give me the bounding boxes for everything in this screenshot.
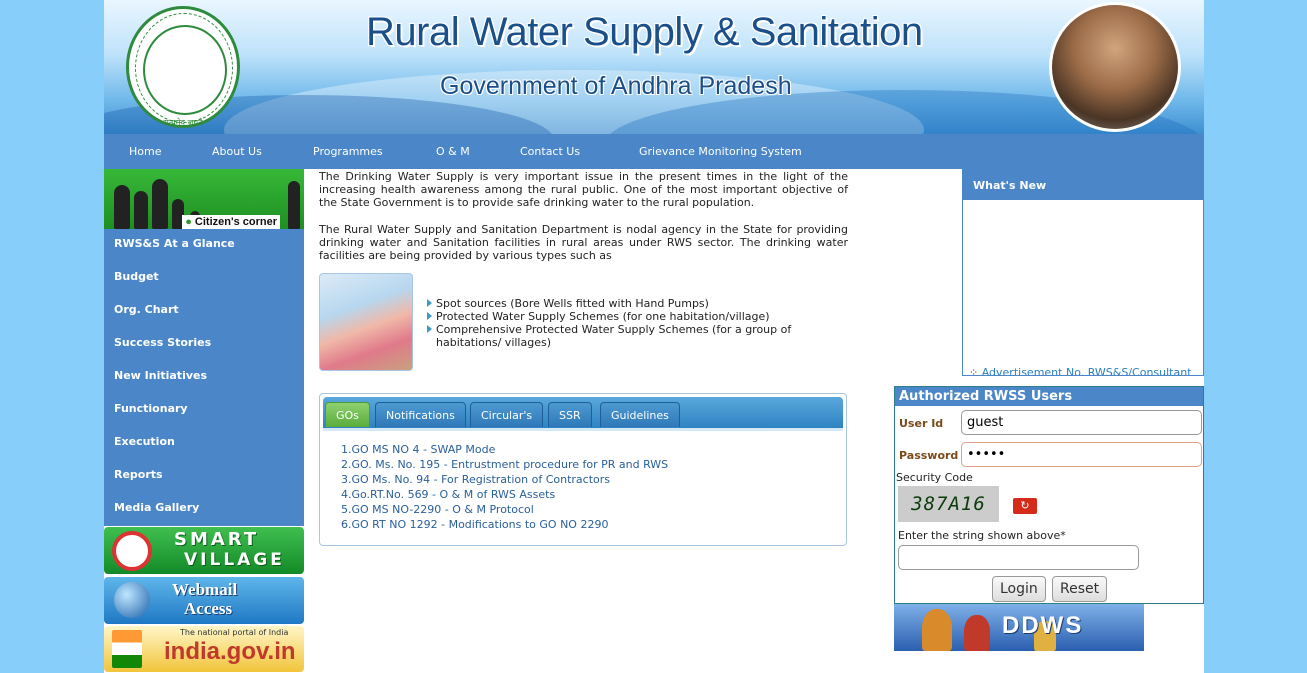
main-nav: Home About Us Programmes O & M Contact U… [104, 134, 1204, 169]
go-link[interactable]: 6.GO RT NO 1292 - Modifications to GO NO… [341, 517, 668, 532]
sidebar-item-org-chart[interactable]: Org. Chart [104, 295, 304, 328]
smart-village-text: SMART [174, 529, 260, 550]
tab-circulars[interactable]: Circular's [470, 402, 544, 427]
site-subtitle: Government of Andhra Pradesh [440, 72, 792, 100]
tab-gos[interactable]: GOs [325, 402, 370, 427]
nav-home[interactable]: Home [129, 145, 161, 158]
login-title: Authorized RWSS Users [895, 387, 1203, 406]
intro-paragraph: The Rural Water Supply and Sanitation De… [319, 223, 848, 262]
government-seal-logo: सत्यमेव जयते [126, 6, 240, 128]
tab-guidelines[interactable]: Guidelines [600, 402, 680, 427]
user-id-input[interactable] [961, 410, 1202, 435]
go-link[interactable]: 1.GO MS NO 4 - SWAP Mode [341, 442, 668, 457]
bullet-arrow-icon [427, 325, 432, 333]
sidebar-item-functionary[interactable]: Functionary [104, 394, 304, 427]
captcha-image: 387A16 [898, 486, 999, 522]
scheme-list: Spot sources (Bore Wells fitted with Han… [427, 297, 847, 349]
login-box: Authorized RWSS Users User Id Password S… [894, 386, 1204, 604]
sidebar-item-new-initiatives[interactable]: New Initiatives [104, 361, 304, 394]
list-item: Comprehensive Protected Water Supply Sch… [427, 323, 847, 349]
go-link[interactable]: 2.GO. Ms. No. 195 - Entrustment procedur… [341, 457, 668, 472]
india-gov-text: india.gov.in [164, 638, 296, 665]
sidebar-item-at-a-glance[interactable]: RWS&S At a Glance [104, 229, 304, 262]
tab-notifications[interactable]: Notifications [375, 402, 466, 427]
go-link[interactable]: 5.GO MS NO-2290 - O & M Protocol [341, 502, 668, 517]
ddws-text: DDWS [1002, 612, 1084, 639]
citizens-corner-banner[interactable]: ● Citizen's corner [104, 169, 304, 229]
news-ticker-link[interactable]: ⁘ Advertisement No. RWS&S/Consultant [969, 366, 1192, 376]
captcha-input[interactable] [898, 545, 1139, 570]
whats-new-box: What's New ⁘ Advertisement No. RWS&S/Con… [962, 169, 1204, 376]
sidebar-item-reports[interactable]: Reports [104, 460, 304, 493]
password-input[interactable] [961, 442, 1202, 467]
sidebar-item-success-stories[interactable]: Success Stories [104, 328, 304, 361]
page: सत्यमेव जयते Rural Water Supply & Sanita… [104, 0, 1204, 673]
bullet-arrow-icon [427, 299, 432, 307]
tab-bar: GOs Notifications Circular's SSR Guideli… [323, 397, 843, 428]
citizens-corner-label: ● Citizen's corner [182, 215, 280, 229]
go-link[interactable]: 3.GO Ms. No. 94 - For Registration of Co… [341, 472, 668, 487]
webmail-text: Webmail [172, 580, 238, 599]
sidebar-item-media-gallery[interactable]: Media Gallery [104, 493, 304, 526]
seal-caption: सत्यमेव जयते [163, 118, 203, 127]
header-photo [1049, 2, 1181, 132]
news-bullet-icon: ⁘ [969, 366, 982, 376]
user-id-label: User Id [899, 417, 944, 430]
india-gov-tagline: The national portal of India [180, 628, 289, 637]
bullet-dot-icon: ● [185, 216, 195, 228]
nav-contact-us[interactable]: Contact Us [520, 145, 580, 158]
site-header: सत्यमेव जयते Rural Water Supply & Sanita… [104, 0, 1204, 134]
ddws-banner[interactable]: DDWS [894, 604, 1144, 651]
documents-tab-panel: GOs Notifications Circular's SSR Guideli… [319, 393, 847, 546]
security-code-label: Security Code [896, 471, 973, 484]
list-item: Protected Water Supply Schemes (for one … [427, 310, 847, 323]
smart-village-logo-icon [112, 531, 152, 571]
captcha-prompt: Enter the string shown above* [898, 529, 1066, 542]
login-button[interactable]: Login [992, 576, 1046, 602]
whats-new-title: What's New [963, 170, 1203, 200]
emblem-icon [143, 25, 227, 115]
intro-paragraph: The Drinking Water Supply is very import… [319, 170, 848, 209]
smart-village-text: VILLAGE [184, 550, 285, 570]
nav-grievance-monitoring[interactable]: Grievance Monitoring System [639, 145, 802, 158]
nav-o-and-m[interactable]: O & M [436, 145, 470, 158]
nav-programmes[interactable]: Programmes [313, 145, 383, 158]
main-content: The Drinking Water Supply is very import… [319, 170, 848, 276]
nav-about-us[interactable]: About Us [212, 145, 262, 158]
sidebar-item-budget[interactable]: Budget [104, 262, 304, 295]
webmail-access-banner[interactable]: Webmail Access [104, 577, 304, 624]
webmail-text: Access [184, 599, 233, 618]
go-list: 1.GO MS NO 4 - SWAP Mode 2.GO. Ms. No. 1… [341, 442, 668, 532]
smart-village-banner[interactable]: SMART VILLAGE [104, 527, 304, 574]
figure-icon [964, 615, 990, 651]
site-title: Rural Water Supply & Sanitation [366, 10, 923, 54]
india-gov-banner[interactable]: The national portal of India india.gov.i… [104, 626, 304, 672]
sidebar-menu: RWS&S At a Glance Budget Org. Chart Succ… [104, 229, 304, 526]
bullet-arrow-icon [427, 312, 432, 320]
sidebar-item-execution[interactable]: Execution [104, 427, 304, 460]
figure-icon [922, 609, 952, 651]
list-item: Spot sources (Bore Wells fitted with Han… [427, 297, 847, 310]
globe-icon [114, 582, 150, 618]
reset-button[interactable]: Reset [1052, 576, 1108, 602]
tab-ssr[interactable]: SSR [548, 402, 592, 427]
india-flag-icon [112, 630, 142, 668]
password-label: Password [899, 449, 959, 462]
drinking-water-photo [319, 273, 413, 371]
refresh-captcha-icon[interactable]: ↻ [1013, 498, 1037, 514]
go-link[interactable]: 4.Go.RT.No. 569 - O & M of RWS Assets [341, 487, 668, 502]
